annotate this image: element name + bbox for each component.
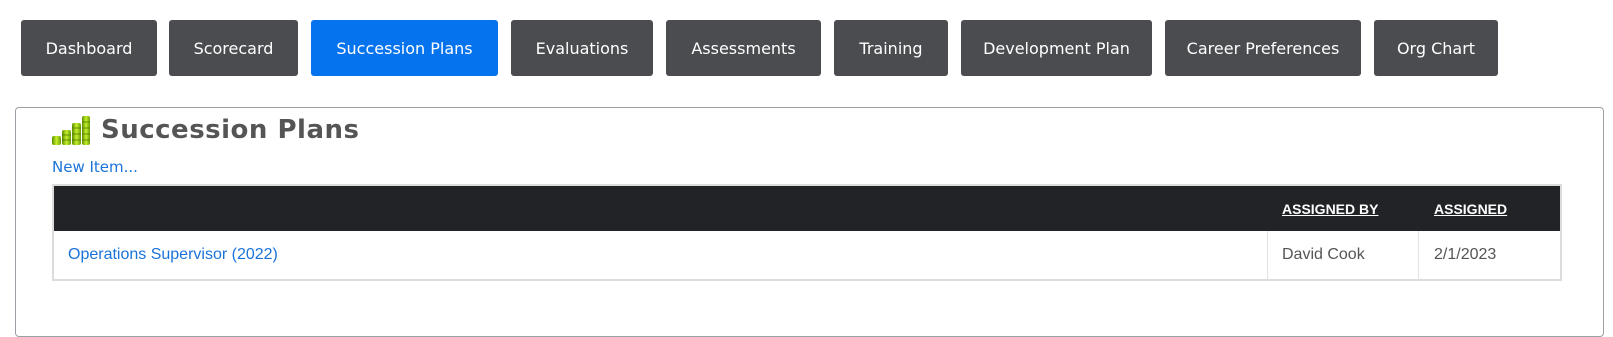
succession-plans-panel: Succession Plans New Item... ASSIGNED BY…	[15, 107, 1604, 337]
column-divider	[1418, 231, 1419, 279]
column-header-assigned-by[interactable]: ASSIGNED BY	[1282, 186, 1378, 231]
tab-development-plan[interactable]: Development Plan	[961, 20, 1152, 76]
assigned-date-cell: 2/1/2023	[1434, 246, 1497, 263]
tab-org-chart[interactable]: Org Chart	[1374, 20, 1498, 76]
tab-succession-plans[interactable]: Succession Plans	[311, 20, 498, 76]
plan-link[interactable]: Operations Supervisor (2022)	[68, 231, 278, 279]
table-row: Operations Supervisor (2022) David Cook …	[54, 231, 1560, 279]
tab-career-preferences[interactable]: Career Preferences	[1165, 20, 1361, 76]
bar-stack-icon	[52, 116, 90, 145]
tab-scorecard[interactable]: Scorecard	[169, 20, 298, 76]
tab-bar: Dashboard Scorecard Succession Plans Eva…	[0, 0, 1613, 90]
page-title: Succession Plans	[101, 115, 360, 145]
tab-assessments[interactable]: Assessments	[666, 20, 821, 76]
new-item-link[interactable]: New Item...	[52, 158, 138, 176]
tab-training[interactable]: Training	[834, 20, 948, 76]
succession-plans-table: ASSIGNED BY ASSIGNED Operations Supervis…	[52, 184, 1562, 281]
tab-evaluations[interactable]: Evaluations	[511, 20, 653, 76]
table-header: ASSIGNED BY ASSIGNED	[54, 186, 1560, 231]
column-divider	[1267, 231, 1268, 279]
assigned-by-cell: David Cook	[1282, 246, 1365, 263]
section-header: Succession Plans	[51, 112, 359, 148]
tab-dashboard[interactable]: Dashboard	[21, 20, 157, 76]
column-header-assigned[interactable]: ASSIGNED	[1434, 186, 1507, 231]
